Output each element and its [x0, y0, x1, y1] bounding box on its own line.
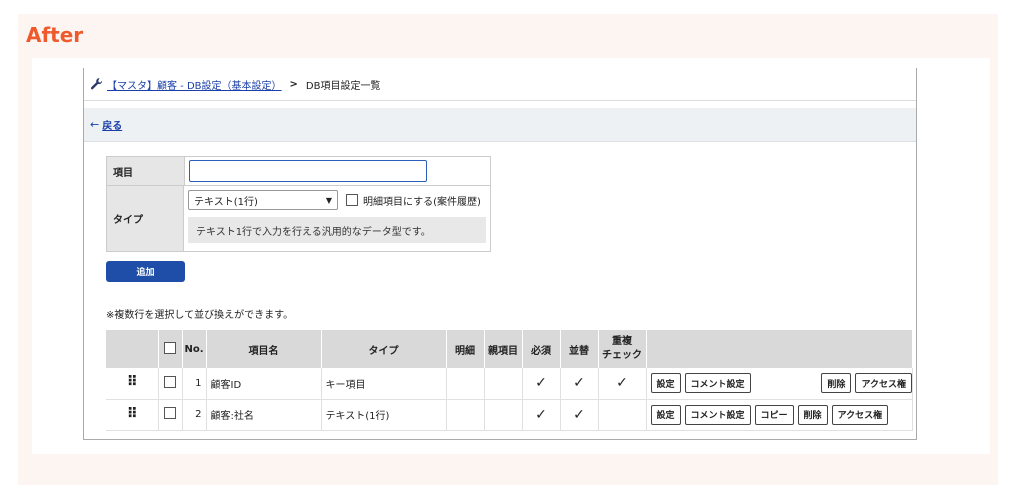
col-type: タイプ: [321, 330, 447, 368]
copy-button[interactable]: コピー: [754, 404, 794, 425]
row-parent: [484, 399, 523, 431]
breadcrumb-link-db-settings[interactable]: 【マスタ】顧客 - DB設定（基本設定）: [107, 77, 282, 92]
col-parent: 親項目: [484, 330, 523, 368]
row-checkbox[interactable]: [164, 375, 176, 388]
item-label: 項目: [107, 157, 185, 185]
drag-handle-icon[interactable]: ⠿: [127, 407, 138, 421]
row-select-cell: [158, 368, 183, 400]
col-actions: [646, 330, 913, 368]
detail-item-checkbox[interactable]: [346, 194, 358, 206]
col-sort: 並替: [560, 330, 599, 368]
delete-button[interactable]: 削除: [797, 404, 828, 425]
row-parent: [484, 368, 523, 400]
add-button[interactable]: 追加: [106, 261, 185, 282]
chevron-down-icon: ▼: [325, 195, 332, 205]
row-type: キー項目: [321, 368, 447, 400]
row-no: 1: [182, 368, 207, 400]
back-link[interactable]: 戻る: [102, 117, 122, 132]
item-form: 項目 タイプ テキスト(1行) ▼ 明細項目にする(案件履歴) テキスト1行で入…: [106, 156, 491, 252]
after-label: After: [26, 23, 84, 47]
reorder-note: ※複数行を選択して並び換えができます。: [106, 310, 294, 321]
drag-handle-icon[interactable]: ⠿: [127, 375, 138, 389]
row-type: テキスト(1行): [321, 399, 447, 431]
type-select-value: テキスト(1行): [194, 196, 258, 208]
row-actions: 設定 コメント設定 コピー 削除 アクセス権: [646, 399, 913, 431]
type-description: テキスト1行で入力を行える汎用的なデータ型です。: [188, 217, 486, 243]
comment-settings-button[interactable]: コメント設定: [684, 404, 751, 425]
type-label: タイプ: [107, 186, 184, 251]
col-name: 項目名: [206, 330, 322, 368]
delete-button[interactable]: 削除: [821, 373, 852, 394]
comment-settings-button[interactable]: コメント設定: [684, 373, 751, 394]
row-duplicate-check: ✓: [598, 368, 647, 400]
col-duplicate-check-line2: チェック: [602, 350, 642, 361]
row-required: ✓: [522, 399, 561, 431]
row-required: ✓: [522, 368, 561, 400]
row-select-cell: [158, 399, 183, 431]
row-name: 顧客ID: [206, 368, 322, 400]
settings-button[interactable]: 設定: [650, 373, 681, 394]
row-checkbox[interactable]: [164, 407, 176, 419]
col-duplicate-check-line1: 重複: [612, 336, 632, 347]
row-sort: ✓: [560, 368, 599, 400]
table-row: ⠿ 2 顧客:社名 テキスト(1行) ✓ ✓ 設定 コメント設定 コピー 削除 …: [106, 399, 913, 431]
col-no: No.: [182, 330, 207, 368]
select-all-checkbox[interactable]: [164, 341, 176, 354]
drag-handle[interactable]: ⠿: [106, 399, 159, 431]
col-detail: 明細: [446, 330, 485, 368]
row-actions: 設定 コメント設定 削除 アクセス権: [646, 368, 913, 400]
row-detail: [446, 399, 485, 431]
row-no: 2: [182, 399, 207, 431]
settings-button[interactable]: 設定: [650, 404, 681, 425]
breadcrumb-separator: >: [289, 78, 298, 90]
col-select-all: [158, 330, 183, 368]
row-sort: ✓: [560, 399, 599, 431]
back-bar: ← 戻る: [84, 108, 916, 142]
detail-item-label: 明細項目にする(案件履歴): [363, 196, 481, 208]
row-duplicate-check: [598, 399, 647, 431]
db-items-table: No. 項目名 タイプ 明細 親項目 必須 並替 重複 チェック ⠿ 1 顧客I…: [106, 330, 913, 431]
drag-handle[interactable]: ⠿: [106, 368, 159, 400]
type-select[interactable]: テキスト(1行) ▼: [188, 190, 338, 210]
app-window: 【マスタ】顧客 - DB設定（基本設定） > DB項目設定一覧 ← 戻る 項目 …: [83, 68, 917, 440]
breadcrumb-current: DB項目設定一覧: [305, 80, 381, 92]
row-name: 顧客:社名: [206, 399, 322, 431]
row-detail: [446, 368, 485, 400]
table-row: ⠿ 1 顧客ID キー項目 ✓ ✓ ✓ 設定 コメント設定 削除 アクセス権: [106, 368, 913, 400]
wrench-icon: [90, 77, 104, 91]
back-arrow-icon[interactable]: ←: [90, 118, 99, 131]
access-rights-button[interactable]: アクセス権: [831, 404, 889, 425]
col-handle: [106, 330, 159, 368]
access-rights-button[interactable]: アクセス権: [855, 373, 912, 394]
col-duplicate-check: 重複 チェック: [598, 330, 647, 368]
col-required: 必須: [522, 330, 561, 368]
item-name-input[interactable]: [189, 160, 427, 182]
breadcrumb: 【マスタ】顧客 - DB設定（基本設定） > DB項目設定一覧: [84, 68, 916, 101]
